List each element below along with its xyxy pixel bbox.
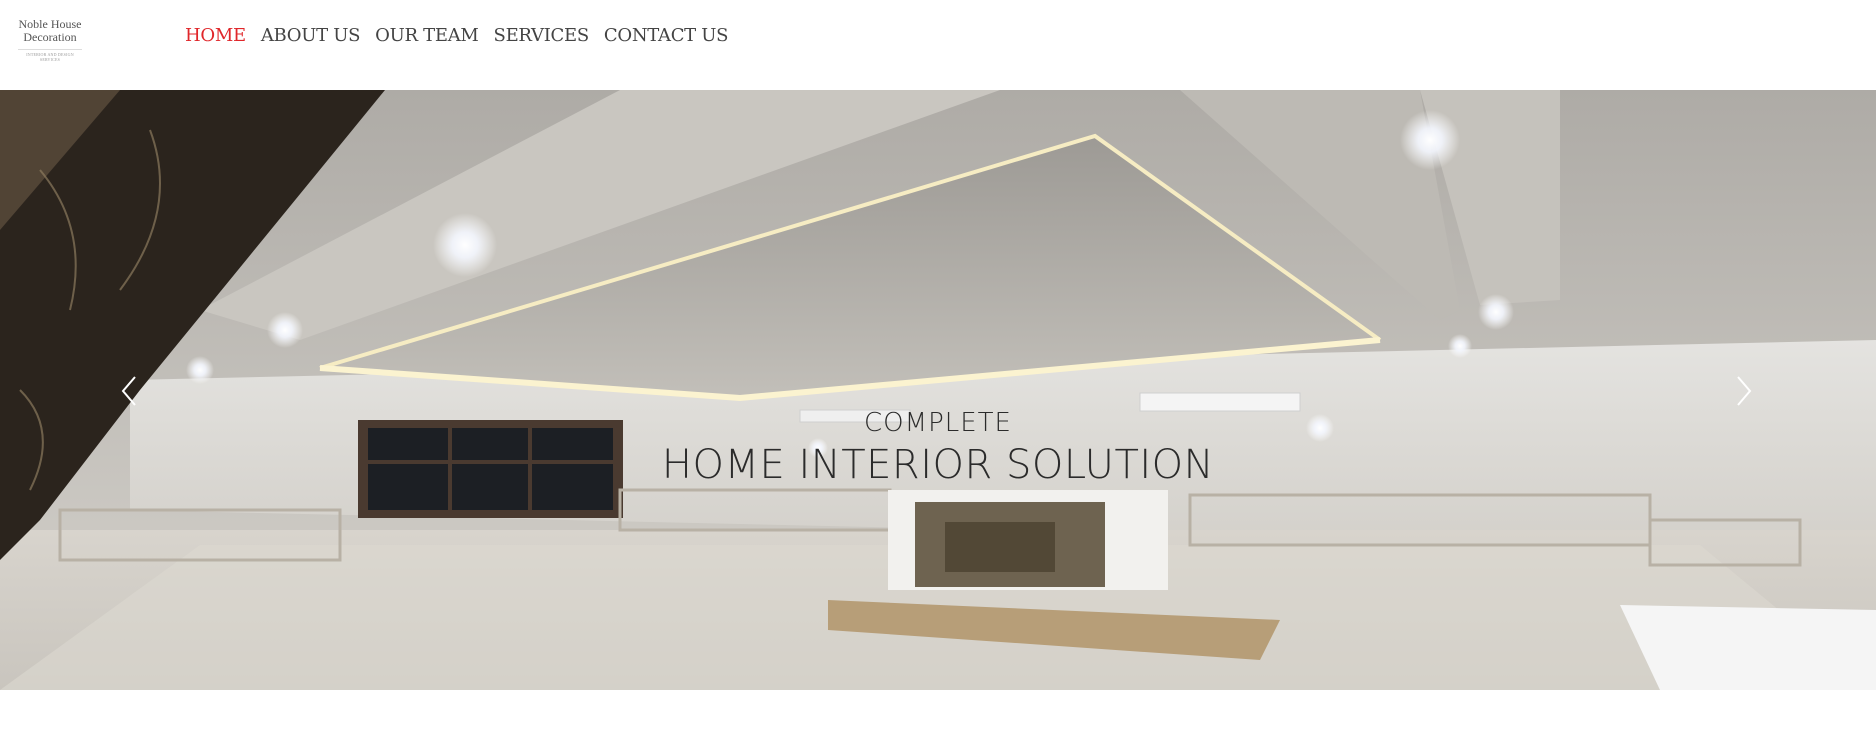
chevron-left-icon <box>121 376 136 406</box>
hero-caption-large: HOME INTERIOR SOLUTION <box>661 442 1215 488</box>
nav-home[interactable]: HOME <box>185 24 246 48</box>
main-nav: HOME ABOUT US OUR TEAM SERVICES CONTACT … <box>185 24 729 48</box>
chevron-right-icon <box>1737 376 1752 406</box>
slider-prev-button[interactable] <box>119 373 139 409</box>
brand-name-line2: Decoration <box>23 30 77 44</box>
nav-services[interactable]: SERVICES <box>494 24 590 48</box>
site-header: Noble House Decoration INTERIOR AND DESI… <box>0 0 1876 90</box>
nav-about-us[interactable]: ABOUT US <box>261 24 361 48</box>
hero-slider: COMPLETE HOME INTERIOR SOLUTION <box>0 90 1876 690</box>
hero-caption-small: COMPLETE <box>864 408 1012 438</box>
brand-tagline: INTERIOR AND DESIGN SERVICES <box>18 49 82 62</box>
slider-next-button[interactable] <box>1734 373 1754 409</box>
hero-image <box>0 90 1876 690</box>
nav-our-team[interactable]: OUR TEAM <box>375 24 479 48</box>
page-footer-gap <box>0 690 1876 732</box>
brand-logo[interactable]: Noble House Decoration INTERIOR AND DESI… <box>18 18 82 62</box>
nav-contact-us[interactable]: CONTACT US <box>604 24 729 48</box>
